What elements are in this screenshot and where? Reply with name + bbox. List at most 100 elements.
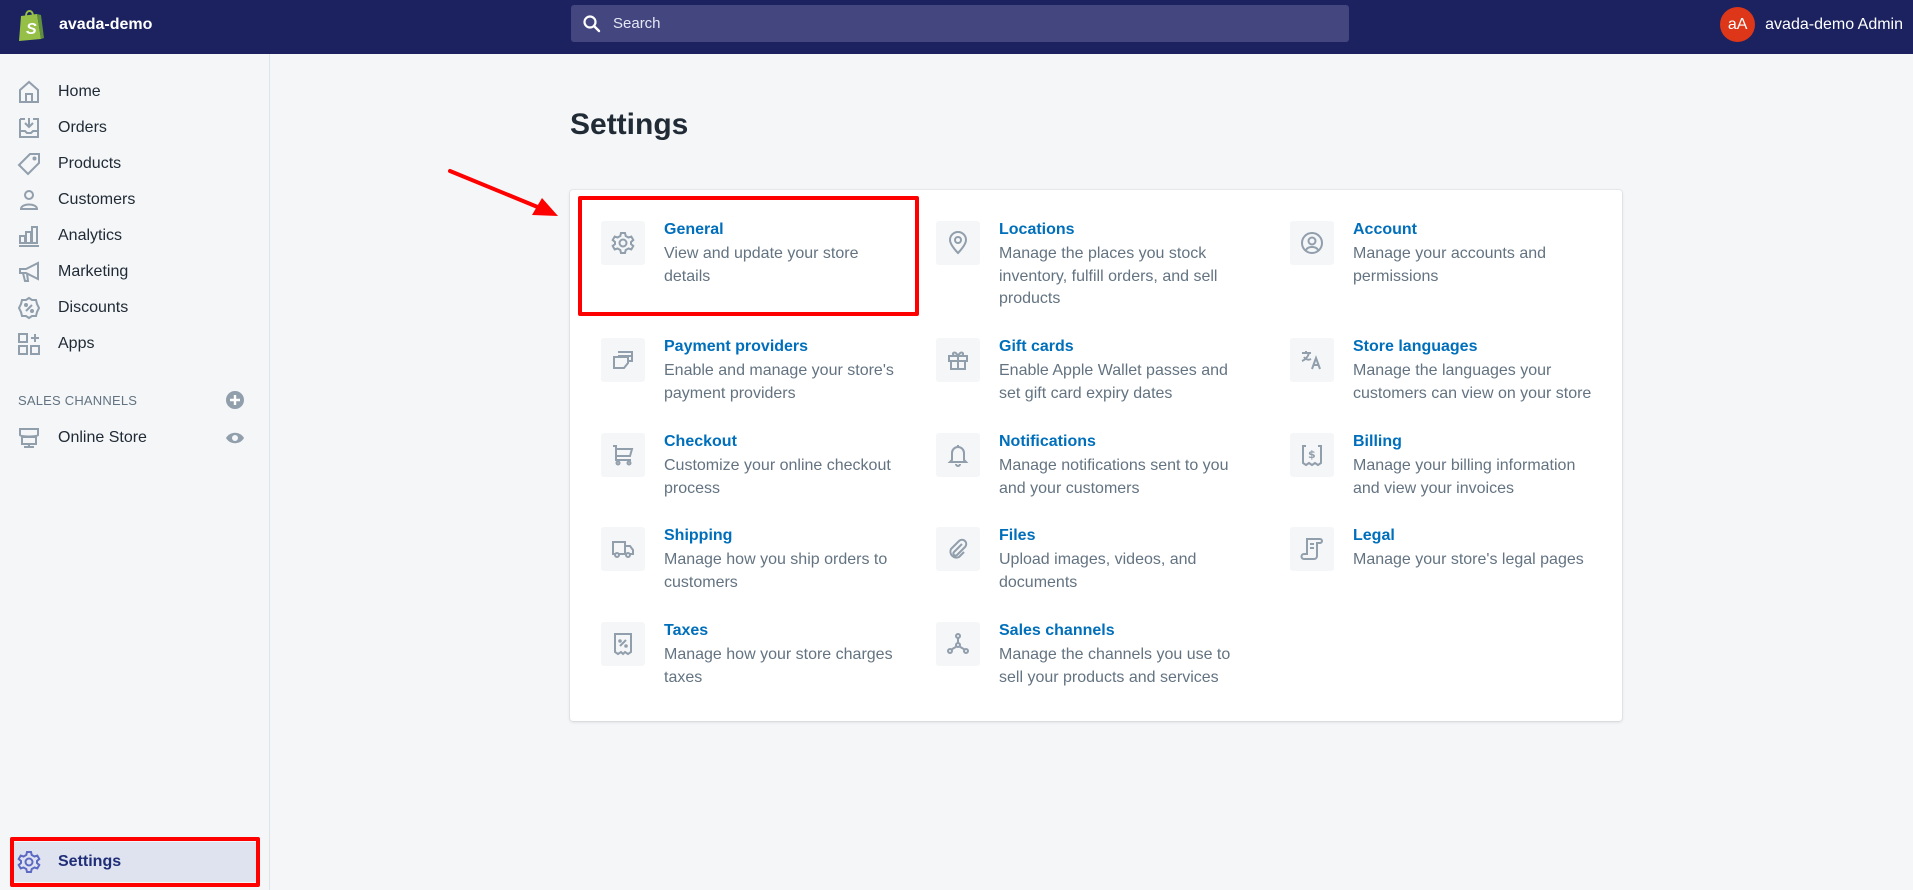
sidebar: Home Orders Products Customers Analytics… xyxy=(0,54,270,890)
setting-description: Manage the channels you use to sell your… xyxy=(999,646,1231,686)
add-sales-channel-icon[interactable] xyxy=(225,390,245,410)
user-name: avada-demo Admin xyxy=(1765,15,1903,33)
setting-title: Notifications xyxy=(999,433,1096,450)
svg-text:S: S xyxy=(26,21,37,38)
setting-title: Shipping xyxy=(664,527,733,544)
sidebar-item-home[interactable]: Home xyxy=(0,74,270,110)
sidebar-item-label: Home xyxy=(58,83,101,100)
translate-icon xyxy=(1290,338,1334,382)
location-pin-icon xyxy=(936,221,980,265)
gear-icon xyxy=(17,850,41,874)
payment-icon xyxy=(601,338,645,382)
setting-description: Manage notifications sent to you and you… xyxy=(999,457,1229,497)
person-icon xyxy=(17,188,41,212)
sales-channels-icon xyxy=(936,622,980,666)
setting-shipping[interactable]: Shipping Manage how you ship orders to c… xyxy=(601,527,901,597)
truck-icon xyxy=(601,527,645,571)
sidebar-item-discounts[interactable]: Discounts xyxy=(0,290,270,326)
setting-description: Manage your accounts and permissions xyxy=(1353,245,1547,285)
store-brand[interactable]: S avada-demo xyxy=(17,8,152,42)
setting-title: General xyxy=(664,221,724,238)
sidebar-item-label: Discounts xyxy=(58,299,129,316)
sidebar-item-customers[interactable]: Customers xyxy=(0,182,270,218)
setting-title: Store languages xyxy=(1353,338,1478,355)
setting-account[interactable]: Account Manage your accounts and permiss… xyxy=(1290,221,1610,311)
legal-icon xyxy=(1290,527,1334,571)
account-icon xyxy=(1290,221,1334,265)
setting-description: Manage your store's legal pages xyxy=(1353,551,1584,568)
setting-title: Sales channels xyxy=(999,622,1115,639)
setting-payment-providers[interactable]: Payment providers Enable and manage your… xyxy=(601,338,901,408)
home-icon xyxy=(17,80,41,104)
shopify-logo-icon: S xyxy=(19,10,44,41)
sidebar-item-apps[interactable]: Apps xyxy=(0,326,270,362)
user-menu[interactable]: aA avada-demo Admin xyxy=(1720,7,1903,42)
cart-icon xyxy=(601,433,645,477)
sidebar-item-products[interactable]: Products xyxy=(0,146,270,182)
setting-title: Billing xyxy=(1353,433,1402,450)
sidebar-item-label: Customers xyxy=(58,191,136,208)
apps-icon xyxy=(17,332,41,356)
gear-icon xyxy=(601,221,645,265)
setting-title: Legal xyxy=(1353,527,1395,544)
store-name: avada-demo xyxy=(59,16,153,33)
search-bar[interactable] xyxy=(571,5,1349,42)
sidebar-item-label: Analytics xyxy=(58,227,123,244)
setting-locations[interactable]: Locations Manage the places you stock in… xyxy=(936,221,1256,311)
sidebar-item-marketing[interactable]: Marketing xyxy=(0,254,270,290)
setting-title: Taxes xyxy=(664,622,709,639)
setting-description: Manage your billing information and view… xyxy=(1353,457,1576,497)
discount-icon xyxy=(17,296,41,320)
setting-legal[interactable]: Legal Manage your store's legal pages xyxy=(1290,527,1610,597)
megaphone-icon xyxy=(17,260,41,284)
setting-gift-cards[interactable]: Gift cards Enable Apple Wallet passes an… xyxy=(936,338,1256,408)
setting-description: Manage how your store charges taxes xyxy=(664,646,893,686)
sidebar-item-analytics[interactable]: Analytics xyxy=(0,218,270,254)
search-input[interactable] xyxy=(613,15,1313,32)
setting-title: Files xyxy=(999,527,1036,544)
setting-description: Enable and manage your store's payment p… xyxy=(664,362,894,402)
bell-icon xyxy=(936,433,980,477)
setting-description: Manage the places you stock inventory, f… xyxy=(999,245,1218,307)
tax-icon xyxy=(601,622,645,666)
setting-description: View and update your store details xyxy=(664,245,859,285)
sidebar-item-settings[interactable]: Settings xyxy=(14,842,256,882)
annotation-arrow-icon xyxy=(448,169,558,216)
setting-sales-channels[interactable]: Sales channels Manage the channels you u… xyxy=(936,622,1256,692)
gift-icon xyxy=(936,338,980,382)
eye-icon[interactable] xyxy=(225,428,245,448)
setting-description: Enable Apple Wallet passes and set gift … xyxy=(999,362,1228,402)
tag-icon xyxy=(17,152,41,176)
sidebar-item-label: Online Store xyxy=(58,429,147,446)
sidebar-item-orders[interactable]: Orders xyxy=(0,110,270,146)
sidebar-item-label: Settings xyxy=(58,853,122,870)
setting-general[interactable]: General View and update your store detai… xyxy=(601,221,901,311)
store-icon xyxy=(17,426,41,450)
setting-store-languages[interactable]: Store languages Manage the languages you… xyxy=(1290,338,1610,408)
page-title: Settings xyxy=(570,108,689,141)
setting-description: Customize your online checkout process xyxy=(664,457,891,497)
settings-card: General View and update your store detai… xyxy=(570,190,1622,721)
setting-title: Locations xyxy=(999,221,1075,238)
setting-title: Account xyxy=(1353,221,1417,238)
setting-billing[interactable]: $ Billing Manage your billing informatio… xyxy=(1290,433,1610,503)
avatar: aA xyxy=(1720,7,1756,42)
orders-icon xyxy=(17,116,41,140)
setting-description: Upload images, videos, and documents xyxy=(999,551,1197,591)
setting-notifications[interactable]: Notifications Manage notifications sent … xyxy=(936,433,1256,503)
setting-taxes[interactable]: Taxes Manage how your store charges taxe… xyxy=(601,622,901,692)
paperclip-icon xyxy=(936,527,980,571)
sales-channels-heading: SALES CHANNELS xyxy=(18,393,138,408)
search-icon xyxy=(583,14,601,32)
svg-text:$: $ xyxy=(1308,448,1316,461)
setting-title: Checkout xyxy=(664,433,737,450)
setting-description: Manage the languages your customers can … xyxy=(1353,362,1592,402)
setting-title: Payment providers xyxy=(664,338,809,355)
sidebar-item-label: Orders xyxy=(58,119,107,136)
setting-description: Manage how you ship orders to customers xyxy=(664,551,888,591)
top-bar: S avada-demo aA avada-demo Admin xyxy=(0,0,1913,54)
sidebar-item-label: Marketing xyxy=(58,263,129,280)
sidebar-item-label: Apps xyxy=(58,335,95,352)
setting-files[interactable]: Files Upload images, videos, and documen… xyxy=(936,527,1256,597)
setting-checkout[interactable]: Checkout Customize your online checkout … xyxy=(601,433,901,503)
